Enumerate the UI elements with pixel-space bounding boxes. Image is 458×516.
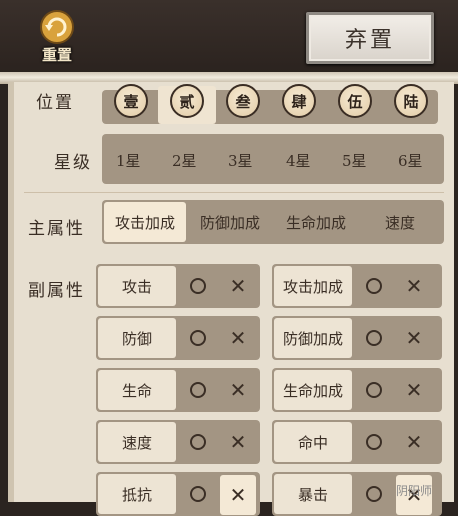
include-toggle[interactable] bbox=[354, 368, 394, 412]
circle-icon bbox=[366, 486, 382, 502]
sub-attr-name: 生命 bbox=[98, 370, 176, 410]
sub-attr-item: 命中 ✕ bbox=[272, 420, 442, 464]
sub-attr-item: 防御加成 ✕ bbox=[272, 316, 442, 360]
include-toggle[interactable] bbox=[178, 368, 218, 412]
main-attr-option-1[interactable]: 攻击加成 bbox=[104, 202, 186, 242]
include-toggle[interactable] bbox=[178, 420, 218, 464]
position-button-6[interactable]: 陆 bbox=[394, 84, 428, 118]
sub-attr-name: 攻击 bbox=[98, 266, 176, 306]
star-option-4[interactable]: 4星 bbox=[286, 150, 311, 171]
sub-attr-item: 抵抗 ✕ bbox=[96, 472, 260, 516]
exclude-toggle[interactable]: ✕ bbox=[218, 420, 258, 464]
sub-attr-item: 防御 ✕ bbox=[96, 316, 260, 360]
top-bar: 重置 弃置 bbox=[0, 0, 458, 78]
main-attr-label: 主属性 bbox=[28, 219, 85, 239]
include-toggle[interactable] bbox=[178, 472, 218, 516]
sub-attr-item: 攻击 ✕ bbox=[96, 264, 260, 308]
main-attr-row: 攻击加成 防御加成 生命加成 速度 bbox=[102, 200, 444, 244]
include-toggle[interactable] bbox=[354, 316, 394, 360]
x-icon: ✕ bbox=[229, 483, 247, 507]
sub-attr-name: 生命加成 bbox=[274, 370, 352, 410]
sub-attr-item: 生命加成 ✕ bbox=[272, 368, 442, 412]
sub-attr-name: 暴击 bbox=[274, 474, 352, 514]
include-toggle[interactable] bbox=[354, 264, 394, 308]
x-icon: ✕ bbox=[229, 430, 247, 454]
sub-attr-name: 速度 bbox=[98, 422, 176, 462]
include-toggle[interactable] bbox=[354, 472, 394, 516]
position-button-3[interactable]: 叁 bbox=[226, 84, 260, 118]
sub-attr-label: 副属性 bbox=[28, 281, 85, 301]
circle-icon bbox=[190, 486, 206, 502]
circle-icon bbox=[190, 278, 206, 294]
exclude-toggle[interactable]: ✕ bbox=[394, 316, 434, 360]
star-option-3[interactable]: 3星 bbox=[228, 150, 253, 171]
position-label: 位置 bbox=[36, 93, 74, 113]
main-attr-option-2[interactable]: 防御加成 bbox=[190, 200, 270, 244]
x-icon: ✕ bbox=[229, 274, 247, 298]
position-button-2[interactable]: 贰 bbox=[170, 84, 204, 118]
star-label: 星级 bbox=[54, 153, 92, 173]
circle-icon bbox=[366, 278, 382, 294]
star-option-5[interactable]: 5星 bbox=[342, 150, 367, 171]
x-icon: ✕ bbox=[405, 274, 423, 298]
main-attr-option-4[interactable]: 速度 bbox=[364, 200, 436, 244]
sub-attr-name: 攻击加成 bbox=[274, 266, 352, 306]
star-option-6[interactable]: 6星 bbox=[398, 150, 423, 171]
include-toggle[interactable] bbox=[178, 316, 218, 360]
x-icon: ✕ bbox=[405, 326, 423, 350]
x-icon: ✕ bbox=[229, 326, 247, 350]
star-option-2[interactable]: 2星 bbox=[172, 150, 197, 171]
exclude-toggle[interactable]: ✕ bbox=[394, 264, 434, 308]
sub-attr-item: 攻击加成 ✕ bbox=[272, 264, 442, 308]
sub-attr-name: 抵抗 bbox=[98, 474, 176, 514]
circle-icon bbox=[366, 382, 382, 398]
abandon-button[interactable]: 弃置 bbox=[306, 12, 434, 64]
sub-attr-name: 防御加成 bbox=[274, 318, 352, 358]
position-button-4[interactable]: 肆 bbox=[282, 84, 316, 118]
circle-icon bbox=[190, 382, 206, 398]
exclude-toggle[interactable]: ✕ bbox=[394, 420, 434, 464]
x-icon: ✕ bbox=[405, 378, 423, 402]
divider bbox=[24, 192, 444, 193]
exclude-toggle[interactable]: ✕ bbox=[218, 368, 258, 412]
watermark: 阴阳师 bbox=[396, 484, 433, 498]
circle-icon bbox=[190, 434, 206, 450]
position-button-1[interactable]: 壹 bbox=[114, 84, 148, 118]
refresh-icon bbox=[40, 10, 74, 44]
position-button-5[interactable]: 伍 bbox=[338, 84, 372, 118]
star-option-1[interactable]: 1星 bbox=[116, 150, 141, 171]
include-toggle[interactable] bbox=[354, 420, 394, 464]
reset-button[interactable]: 重置 bbox=[30, 8, 84, 70]
position-row: 壹 贰 叁 肆 伍 陆 bbox=[102, 82, 438, 124]
sub-attr-name: 命中 bbox=[274, 422, 352, 462]
reset-label: 重置 bbox=[41, 46, 72, 64]
sub-attr-item: 速度 ✕ bbox=[96, 420, 260, 464]
exclude-toggle[interactable]: ✕ bbox=[394, 368, 434, 412]
star-row: 1星 2星 3星 4星 5星 6星 bbox=[102, 134, 444, 184]
sub-attr-item: 生命 ✕ bbox=[96, 368, 260, 412]
x-icon: ✕ bbox=[229, 378, 247, 402]
filter-panel: 位置 壹 贰 叁 肆 伍 陆 星级 1星 2星 3星 4星 5星 6星 主属性 … bbox=[8, 82, 454, 516]
circle-icon bbox=[190, 330, 206, 346]
sub-attr-name: 防御 bbox=[98, 318, 176, 358]
circle-icon bbox=[366, 434, 382, 450]
exclude-toggle[interactable]: ✕ bbox=[218, 472, 258, 516]
circle-icon bbox=[366, 330, 382, 346]
x-icon: ✕ bbox=[405, 430, 423, 454]
exclude-toggle[interactable]: ✕ bbox=[218, 264, 258, 308]
exclude-toggle[interactable]: ✕ bbox=[218, 316, 258, 360]
main-attr-option-3[interactable]: 生命加成 bbox=[274, 200, 358, 244]
include-toggle[interactable] bbox=[178, 264, 218, 308]
